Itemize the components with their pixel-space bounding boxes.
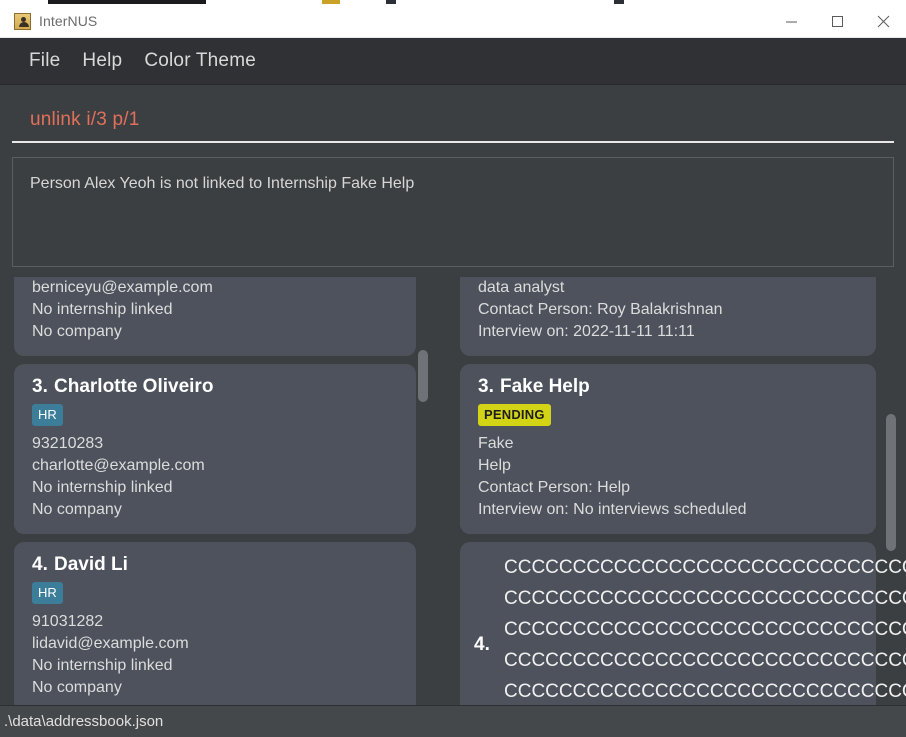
command-input[interactable]: unlink i/3 p/1 xyxy=(12,99,894,143)
list-item[interactable]: 3. Charlotte Oliveiro HR 93210283 charlot… xyxy=(14,364,416,534)
list-item[interactable]: 4. David Li HR 91031282 lidavid@example.c… xyxy=(14,542,416,705)
person-email: charlotte@example.com xyxy=(32,457,205,474)
person-name: Charlotte Oliveiro xyxy=(54,376,214,397)
person-index: 4. xyxy=(32,554,48,575)
list-item[interactable]: 4. CCCCCCCCCCCCCCCCCCCCCCCCCCCCCCC CCCCC… xyxy=(460,542,906,705)
command-area: unlink i/3 p/1 xyxy=(0,85,906,143)
status-bar: .\data\addressbook.json xyxy=(0,705,906,737)
internship-contact: Contact Person: Roy Balakrishnan xyxy=(478,301,723,318)
result-display-wrapper: Person Alex Yeoh is not linked to Intern… xyxy=(0,143,906,277)
internship-text-line: CCCCCCCCCCCCCCCCCCCCCCCCCCCCCCC xyxy=(504,557,906,578)
app-window: InterNUS File Help Color Theme unlink i/… xyxy=(0,5,906,737)
internship-title: 3. Fake Help xyxy=(478,376,860,398)
window-controls xyxy=(768,5,906,38)
internship-contact: Contact Person: Help xyxy=(478,479,631,496)
close-button[interactable] xyxy=(860,5,906,38)
person-company: No company xyxy=(32,679,122,696)
scrollbar-thumb[interactable] xyxy=(418,350,428,402)
person-index: 3. xyxy=(32,376,48,397)
bg-sliver-segment xyxy=(322,0,340,4)
internship-company: Fake xyxy=(478,435,514,452)
internship-text-line: CCCCCCCCCCCCCCCCCCCCCCCCCCCCCCC xyxy=(504,650,906,671)
person-phone: 93210283 xyxy=(32,435,104,452)
status-badge: PENDING xyxy=(478,404,551,426)
internship-role: data analyst xyxy=(478,279,565,296)
menu-item-file[interactable]: File xyxy=(18,47,71,75)
command-input-value: unlink i/3 p/1 xyxy=(30,109,140,130)
menu-item-help[interactable]: Help xyxy=(71,47,133,75)
result-message: Person Alex Yeoh is not linked to Intern… xyxy=(30,175,415,192)
list-item[interactable]: data analyst Contact Person: Roy Balakri… xyxy=(460,277,876,356)
internship-text-line: CCCCCCCCCCCCCCCCCCCCCCCCCCCCCCC xyxy=(504,681,906,702)
save-location-status: .\data\addressbook.json xyxy=(4,713,164,730)
person-phone: 91031282 xyxy=(32,613,104,630)
person-internship: No internship linked xyxy=(32,301,173,318)
internship-interview: Interview on: 2022-11-11 11:11 xyxy=(478,323,695,340)
list-panels: berniceyu@example.com No internship link… xyxy=(0,277,906,705)
scrollbar-thumb[interactable] xyxy=(886,414,896,551)
person-internship: No internship linked xyxy=(32,657,173,674)
menu-item-color-theme[interactable]: Color Theme xyxy=(133,47,267,75)
bg-sliver-segment xyxy=(614,0,624,4)
internship-interview: Interview on: No interviews scheduled xyxy=(478,501,747,518)
person-app-icon xyxy=(14,12,31,30)
person-list-panel: berniceyu@example.com No internship link… xyxy=(0,277,446,705)
internship-body: CCCCCCCCCCCCCCCCCCCCCCCCCCCCCCC CCCCCCCC… xyxy=(504,552,906,705)
status-badge: HR xyxy=(32,582,63,604)
internship-index: 3. xyxy=(478,376,494,397)
list-item[interactable]: berniceyu@example.com No internship link… xyxy=(14,277,416,356)
menu-bar: File Help Color Theme xyxy=(0,38,906,85)
minimize-button[interactable] xyxy=(768,5,814,38)
person-list: berniceyu@example.com No internship link… xyxy=(0,277,446,705)
list-item[interactable]: 3. Fake Help PENDING Fake Help Contact Pe… xyxy=(460,364,876,534)
internship-name: Fake Help xyxy=(500,376,590,397)
maximize-button[interactable] xyxy=(814,5,860,38)
internship-role: Help xyxy=(478,457,511,474)
internship-index: 4. xyxy=(474,634,490,655)
title-bar: InterNUS xyxy=(0,5,906,38)
person-company: No company xyxy=(32,501,122,518)
person-email: berniceyu@example.com xyxy=(32,279,213,296)
result-display: Person Alex Yeoh is not linked to Intern… xyxy=(12,157,894,267)
person-list-scrollbar[interactable] xyxy=(416,277,430,705)
status-badge: HR xyxy=(32,404,63,426)
person-title: 4. David Li xyxy=(32,554,400,576)
internship-list-scrollbar[interactable] xyxy=(884,277,898,705)
window-title: InterNUS xyxy=(39,13,98,29)
internship-text-line: CCCCCCCCCCCCCCCCCCCCCCCCCCCCCCC xyxy=(504,619,906,640)
person-email: lidavid@example.com xyxy=(32,635,189,652)
person-name: David Li xyxy=(54,554,128,575)
bg-sliver-segment xyxy=(386,0,396,4)
person-internship: No internship linked xyxy=(32,479,173,496)
person-title: 3. Charlotte Oliveiro xyxy=(32,376,400,398)
bg-sliver-segment xyxy=(48,0,206,4)
internship-list-panel: data analyst Contact Person: Roy Balakri… xyxy=(446,277,906,705)
internship-text-line: CCCCCCCCCCCCCCCCCCCCCCCCCCCCCCC xyxy=(504,588,906,609)
person-company: No company xyxy=(32,323,122,340)
internship-list: data analyst Contact Person: Roy Balakri… xyxy=(446,277,906,705)
